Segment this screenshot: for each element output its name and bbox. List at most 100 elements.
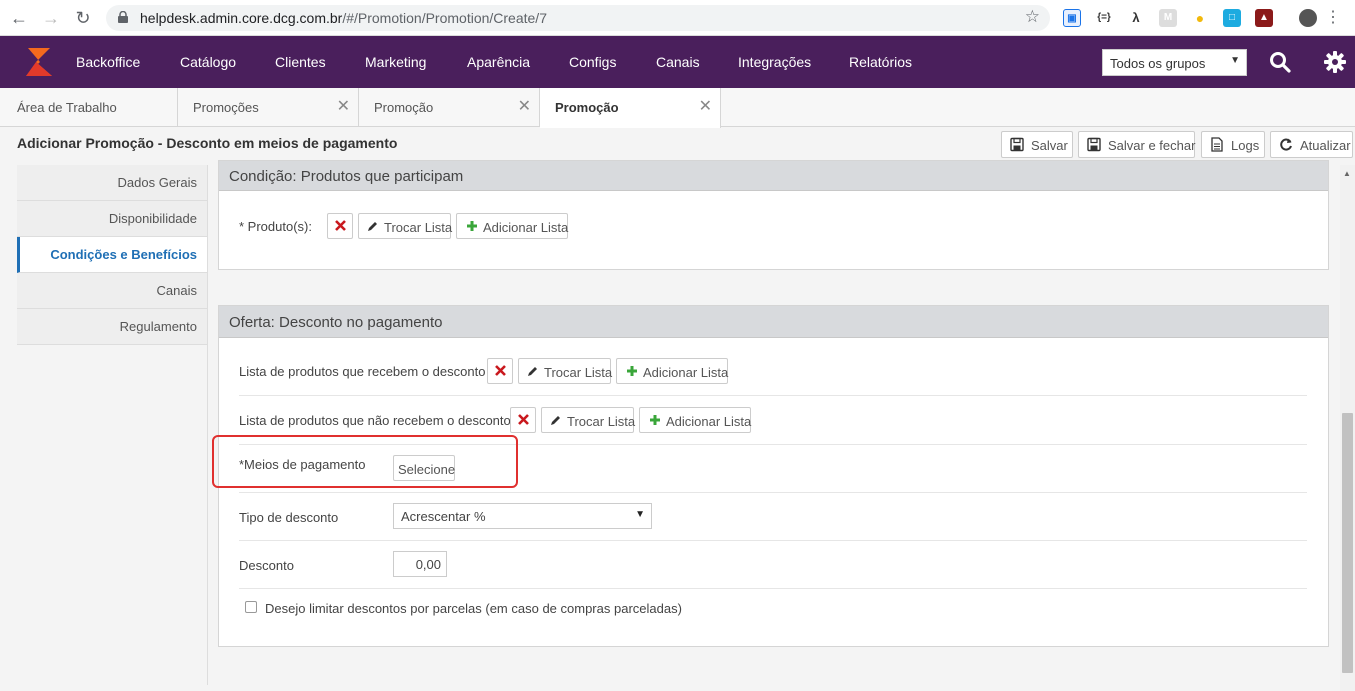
extension-icon[interactable]: M bbox=[1159, 9, 1177, 27]
discount-input[interactable]: 0,00 bbox=[393, 551, 447, 577]
condition-panel: Condição: Produtos que participam * Prod… bbox=[218, 160, 1329, 270]
nav-marketing[interactable]: Marketing bbox=[365, 54, 426, 70]
nav-clientes[interactable]: Clientes bbox=[275, 54, 326, 70]
add-list-label: Adicionar Lista bbox=[483, 220, 569, 235]
browser-toolbar: ← → ↻ helpdesk.admin.core.dcg.com.br/#/P… bbox=[0, 0, 1355, 36]
page-scrollbar[interactable]: ▲ bbox=[1340, 165, 1355, 691]
plus-icon bbox=[467, 221, 477, 231]
refresh-button-label: Atualizar bbox=[1300, 138, 1351, 153]
plus-icon bbox=[650, 415, 660, 425]
side-item-disponibilidade[interactable]: Disponibilidade bbox=[17, 201, 207, 237]
extension-icon[interactable]: ▣ bbox=[1063, 9, 1081, 27]
row-divider bbox=[239, 395, 1307, 396]
tab-label: Promoção bbox=[374, 100, 434, 115]
tab-promocao[interactable]: Promoção ✕ bbox=[359, 88, 540, 127]
add-included-list-button[interactable]: Adicionar Lista bbox=[616, 358, 728, 384]
reload-icon[interactable]: ↻ bbox=[72, 7, 94, 29]
discount-type-select[interactable]: Acrescentar % ▼ bbox=[393, 503, 652, 529]
side-item-canais[interactable]: Canais bbox=[17, 273, 207, 309]
nav-catalogo[interactable]: Catálogo bbox=[180, 54, 236, 70]
row-divider bbox=[239, 588, 1307, 589]
url-text: helpdesk.admin.core.dcg.com.br/#/Promoti… bbox=[140, 10, 547, 26]
add-excluded-list-button[interactable]: Adicionar Lista bbox=[639, 407, 751, 433]
extension-icon[interactable]: ● bbox=[1191, 9, 1209, 27]
main-navigation: Backoffice Catálogo Clientes Marketing A… bbox=[0, 36, 1355, 88]
side-item-condicoes-e-beneficios[interactable]: Condições e Benefícios bbox=[17, 237, 207, 273]
nav-relatorios[interactable]: Relatórios bbox=[849, 54, 912, 70]
url-path: /#/Promotion/Promotion/Create/7 bbox=[342, 10, 547, 26]
scrollbar-thumb[interactable] bbox=[1342, 413, 1353, 673]
tab-promocoes[interactable]: Promoções ✕ bbox=[178, 88, 359, 127]
extension-icon[interactable]: λ bbox=[1127, 9, 1145, 27]
search-icon[interactable] bbox=[1268, 50, 1292, 74]
add-list-label: Adicionar Lista bbox=[666, 414, 752, 429]
save-and-close-label: Salvar e fechar bbox=[1108, 138, 1196, 153]
url-host: helpdesk.admin.core.dcg.com.br bbox=[140, 10, 343, 26]
pencil-icon bbox=[368, 222, 377, 231]
products-label: * Produto(s): bbox=[239, 219, 312, 234]
profile-avatar[interactable] bbox=[1299, 9, 1317, 27]
chevron-down-icon: ▼ bbox=[1230, 55, 1240, 66]
bookmark-star-icon[interactable]: ☆ bbox=[1025, 7, 1040, 27]
limit-installments-label: Desejo limitar descontos por parcelas (e… bbox=[265, 601, 682, 616]
refresh-button[interactable]: Atualizar bbox=[1270, 131, 1353, 158]
swap-list-button[interactable]: Trocar Lista bbox=[358, 213, 453, 239]
save-button[interactable]: Salvar bbox=[1001, 131, 1073, 158]
excluded-products-label: Lista de produtos que não recebem o desc… bbox=[239, 413, 511, 428]
browser-menu-icon[interactable]: ⋮ bbox=[1325, 8, 1341, 28]
tab-label: Promoção bbox=[555, 100, 619, 115]
close-icon[interactable]: ✕ bbox=[699, 96, 712, 116]
tab-promocao-active[interactable]: Promoção ✕ bbox=[540, 88, 721, 128]
remove-excluded-list-button[interactable] bbox=[510, 407, 536, 433]
swap-excluded-list-button[interactable]: Trocar Lista bbox=[541, 407, 635, 433]
json-extension-icon[interactable]: {=} bbox=[1095, 9, 1113, 27]
side-item-dados-gerais[interactable]: Dados Gerais bbox=[17, 165, 207, 201]
gear-icon[interactable] bbox=[1323, 50, 1347, 74]
swap-list-label: Trocar Lista bbox=[384, 220, 453, 235]
workspace-tabs: Área de Trabalho Promoções ✕ Promoção ✕ … bbox=[0, 88, 1355, 128]
side-item-regulamento[interactable]: Regulamento bbox=[17, 309, 207, 345]
save-button-label: Salvar bbox=[1031, 138, 1068, 153]
page-title: Adicionar Promoção - Desconto em meios d… bbox=[17, 135, 398, 151]
payment-methods-highlight bbox=[212, 435, 518, 488]
included-products-label: Lista de produtos que recebem o desconto bbox=[239, 364, 486, 379]
forward-arrow-icon[interactable]: → bbox=[40, 7, 62, 29]
nav-backoffice[interactable]: Backoffice bbox=[76, 54, 140, 70]
brand-logo bbox=[26, 48, 52, 76]
nav-canais[interactable]: Canais bbox=[656, 54, 700, 70]
tab-area-de-trabalho[interactable]: Área de Trabalho bbox=[0, 88, 178, 127]
swap-included-list-button[interactable]: Trocar Lista bbox=[518, 358, 613, 384]
group-select[interactable]: Todos os grupos ▼ bbox=[1102, 49, 1247, 76]
plus-icon bbox=[627, 366, 637, 376]
address-bar[interactable]: helpdesk.admin.core.dcg.com.br/#/Promoti… bbox=[106, 5, 1050, 31]
close-icon[interactable]: ✕ bbox=[518, 96, 531, 116]
section-menu: Dados Gerais Disponibilidade Condições e… bbox=[17, 165, 207, 345]
add-list-button[interactable]: Adicionar Lista bbox=[456, 213, 568, 239]
extension-icon[interactable]: □ bbox=[1223, 9, 1241, 27]
remove-list-button[interactable] bbox=[327, 213, 353, 239]
divider bbox=[207, 165, 208, 685]
back-arrow-icon[interactable]: ← bbox=[8, 7, 30, 29]
pencil-icon bbox=[528, 367, 537, 376]
offer-panel-title: Oferta: Desconto no pagamento bbox=[229, 314, 443, 331]
tab-label: Área de Trabalho bbox=[17, 100, 117, 115]
nav-aparencia[interactable]: Aparência bbox=[467, 54, 530, 70]
tab-label: Promoções bbox=[193, 100, 259, 115]
remove-icon bbox=[518, 414, 529, 425]
refresh-icon bbox=[1280, 138, 1292, 151]
nav-integracoes[interactable]: Integrações bbox=[738, 54, 811, 70]
extension-icon[interactable]: ▲ bbox=[1255, 9, 1273, 27]
close-icon[interactable]: ✕ bbox=[337, 96, 350, 116]
save-and-close-button[interactable]: Salvar e fechar bbox=[1078, 131, 1195, 158]
limit-installments-checkbox[interactable] bbox=[245, 601, 257, 613]
add-list-label: Adicionar Lista bbox=[643, 365, 729, 380]
logs-button[interactable]: Logs bbox=[1201, 131, 1265, 158]
swap-list-label: Trocar Lista bbox=[544, 365, 613, 380]
remove-icon bbox=[335, 220, 346, 231]
remove-included-list-button[interactable] bbox=[487, 358, 513, 384]
scroll-up-icon[interactable]: ▲ bbox=[1343, 169, 1351, 178]
logs-button-label: Logs bbox=[1231, 138, 1260, 153]
nav-configs[interactable]: Configs bbox=[569, 54, 616, 70]
remove-icon bbox=[495, 365, 506, 376]
lock-icon bbox=[118, 11, 128, 23]
